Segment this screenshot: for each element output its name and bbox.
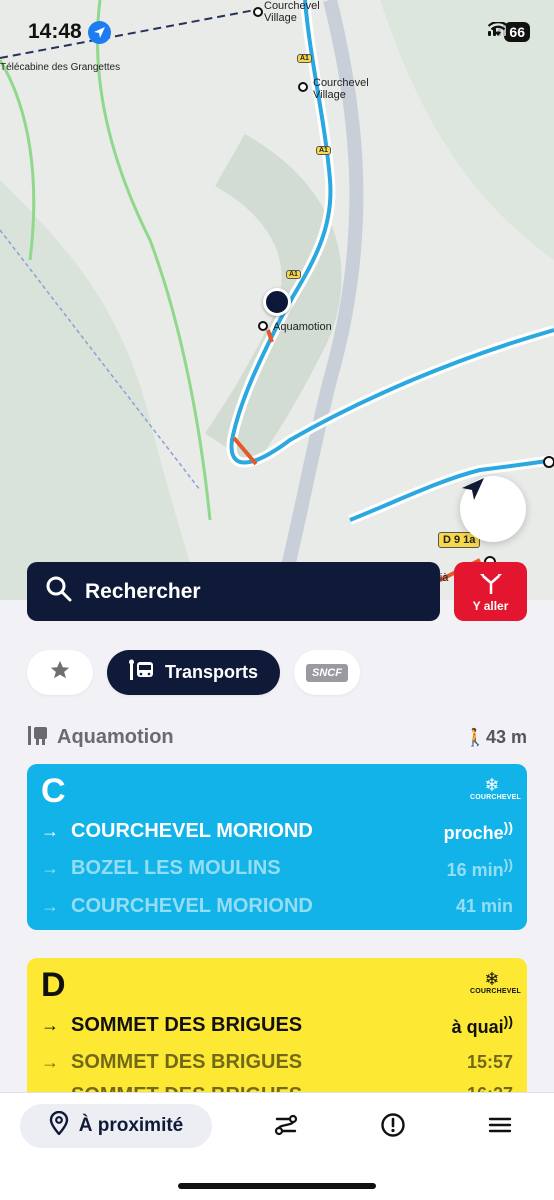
stop-header[interactable]: Aquamotion 🚶43 m bbox=[27, 724, 527, 750]
location-services-icon bbox=[88, 21, 111, 44]
transports-chip-label: Transports bbox=[164, 662, 259, 682]
departure-time: 15:57 bbox=[466, 1051, 513, 1072]
courchevel-logo: ❄ COURCHEVEL bbox=[470, 775, 522, 801]
departure-destination: SOMMET DES BRIGUES bbox=[71, 1013, 303, 1036]
departure-time: à quai)) bbox=[451, 1012, 513, 1037]
route-icon bbox=[478, 570, 504, 601]
road-a1-tag-b: A1 bbox=[316, 146, 331, 155]
departure-row[interactable]: → SOMMET DES BRIGUES 15:57 bbox=[41, 1048, 513, 1076]
itinerary-icon bbox=[273, 1113, 299, 1142]
go-button[interactable]: Y aller bbox=[454, 562, 527, 621]
realtime-icon: )) bbox=[503, 818, 513, 835]
aquamotion-map-label: Aquamotion bbox=[273, 321, 332, 333]
courchevel-logo: ❄ COURCHEVEL bbox=[470, 969, 522, 995]
sncf-chip[interactable]: SNCF bbox=[294, 650, 360, 695]
home-indicator bbox=[178, 1183, 376, 1189]
status-bar: 14:48 66 bbox=[0, 0, 554, 66]
favorites-chip[interactable] bbox=[27, 650, 93, 695]
stop-name: Aquamotion bbox=[57, 725, 174, 748]
sncf-logo: SNCF bbox=[306, 663, 348, 682]
departure-time: 41 min bbox=[455, 895, 513, 916]
line-letter: D bbox=[41, 966, 66, 1004]
selected-stop-marker[interactable] bbox=[263, 288, 291, 316]
filter-chips: Transports SNCF bbox=[27, 650, 360, 695]
departure-destination: BOZEL LES MOULINS bbox=[71, 856, 281, 879]
search-bar[interactable]: Rechercher bbox=[27, 562, 440, 621]
search-placeholder: Rechercher bbox=[85, 579, 201, 603]
line-card-c[interactable]: C ❄ COURCHEVEL → COURCHEVEL MORIOND proch… bbox=[27, 764, 527, 930]
courchevel-village-label: Courchevel Village bbox=[313, 77, 369, 101]
tab-menu[interactable] bbox=[486, 1113, 514, 1141]
tab-alerts[interactable] bbox=[379, 1112, 407, 1143]
map-view[interactable]: Télécabine des Grangettes Courchevel Vil… bbox=[0, 0, 554, 600]
departure-destination: COURCHEVEL MORIOND bbox=[71, 894, 313, 917]
alert-icon bbox=[380, 1112, 406, 1143]
realtime-icon: )) bbox=[503, 1012, 513, 1029]
tab-nearby[interactable]: À proximité bbox=[20, 1104, 212, 1148]
departure-time: proche)) bbox=[443, 818, 513, 843]
recenter-button[interactable] bbox=[460, 476, 526, 542]
tab-itinerary[interactable] bbox=[272, 1113, 300, 1141]
arrow-right-icon: → bbox=[41, 1014, 59, 1035]
road-a1-tag-c: A1 bbox=[286, 270, 301, 279]
stop-distance: 🚶43 m bbox=[464, 726, 527, 747]
snowflake-icon: ❄ bbox=[484, 969, 500, 989]
snowflake-icon: ❄ bbox=[484, 775, 500, 795]
bus-stop-icon bbox=[27, 724, 49, 751]
departure-row[interactable]: → COURCHEVEL MORIOND 41 min bbox=[41, 892, 513, 920]
tab-nearby-label: À proximité bbox=[78, 1115, 184, 1136]
search-icon bbox=[45, 575, 73, 608]
status-time: 14:48 bbox=[28, 20, 82, 43]
departure-destination: COURCHEVEL MORIOND bbox=[71, 819, 313, 842]
departure-row[interactable]: → COURCHEVEL MORIOND proche)) bbox=[41, 817, 513, 845]
arrow-right-icon: → bbox=[41, 1051, 59, 1072]
line-letter: C bbox=[41, 772, 66, 810]
arrow-right-icon: → bbox=[41, 820, 59, 841]
star-icon bbox=[49, 659, 71, 687]
realtime-icon: )) bbox=[503, 855, 513, 872]
departure-time: 16 min)) bbox=[446, 855, 513, 880]
departure-row[interactable]: → SOMMET DES BRIGUES à quai)) bbox=[41, 1011, 513, 1039]
arrow-right-icon: → bbox=[41, 857, 59, 878]
menu-icon bbox=[488, 1115, 512, 1140]
location-pin-icon bbox=[49, 1110, 69, 1141]
walk-icon: 🚶 bbox=[464, 727, 486, 747]
arrow-right-icon: → bbox=[41, 895, 59, 916]
departure-row[interactable]: → BOZEL LES MOULINS 16 min)) bbox=[41, 854, 513, 882]
line-card-d[interactable]: D ❄ COURCHEVEL → SOMMET DES BRIGUES à qua… bbox=[27, 958, 527, 1108]
bus-stop-icon bbox=[128, 659, 155, 686]
transports-chip[interactable]: Transports bbox=[107, 650, 280, 695]
go-button-label: Y aller bbox=[472, 599, 509, 613]
departure-destination: SOMMET DES BRIGUES bbox=[71, 1050, 303, 1073]
